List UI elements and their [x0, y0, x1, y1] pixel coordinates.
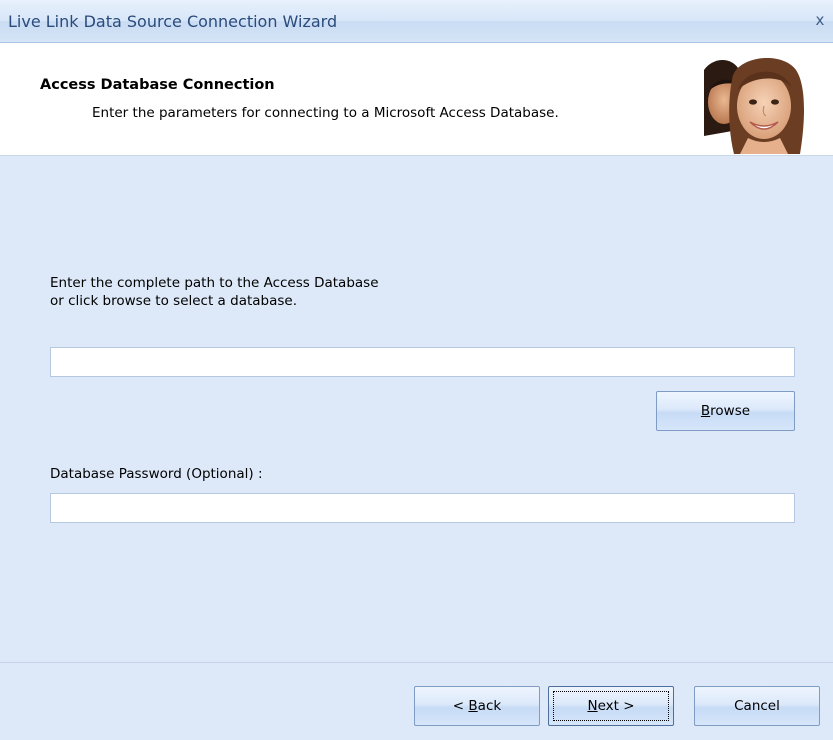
wizard-content: Enter the complete path to the Access Da… — [0, 156, 833, 662]
database-password-input[interactable] — [50, 493, 795, 523]
browse-label-rest: rowse — [710, 403, 751, 419]
path-instructions: Enter the complete path to the Access Da… — [50, 274, 379, 310]
page-title: Access Database Connection — [40, 77, 275, 93]
page-subtitle: Enter the parameters for connecting to a… — [92, 105, 559, 121]
window-title: Live Link Data Source Connection Wizard — [8, 12, 338, 31]
instruction-line-2: or click browse to select a database. — [50, 293, 298, 309]
title-bar: Live Link Data Source Connection Wizard … — [0, 0, 833, 43]
back-label-rest: ack — [477, 698, 502, 714]
back-button[interactable]: < Back — [414, 686, 540, 726]
wizard-header: Access Database Connection Enter the par… — [0, 43, 833, 156]
password-label: Database Password (Optional) : — [50, 466, 263, 482]
wizard-footer: < Back Next > Cancel — [0, 662, 833, 740]
instruction-line-1: Enter the complete path to the Access Da… — [50, 275, 379, 291]
close-icon[interactable]: x — [809, 9, 831, 31]
people-photo-icon — [704, 57, 804, 154]
cancel-button[interactable]: Cancel — [694, 686, 820, 726]
back-prefix: < — [452, 698, 469, 714]
focus-rectangle — [553, 691, 669, 721]
next-button[interactable]: Next > — [548, 686, 674, 726]
wizard-window: Live Link Data Source Connection Wizard … — [0, 0, 833, 740]
browse-button[interactable]: Browse — [656, 391, 795, 431]
database-path-input[interactable] — [50, 347, 795, 377]
browse-mnemonic: B — [700, 403, 711, 419]
back-mnemonic: B — [468, 698, 478, 714]
